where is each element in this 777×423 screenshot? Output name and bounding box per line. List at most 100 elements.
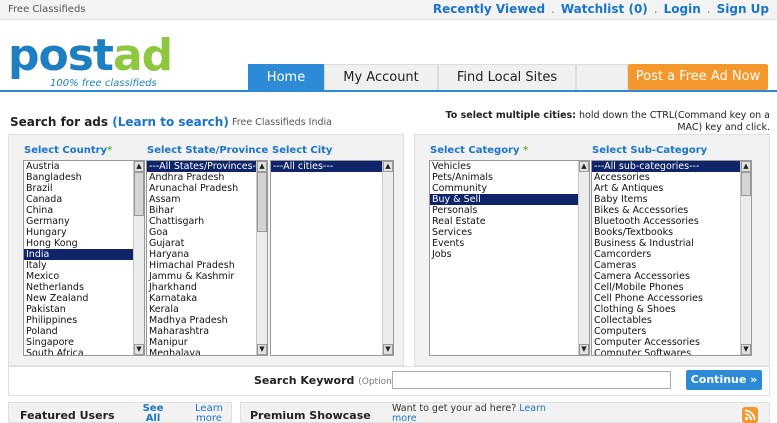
list-option[interactable]: Mexico <box>24 271 144 282</box>
list-option[interactable]: Manipur <box>147 337 267 348</box>
list-option[interactable]: ---All sub-categories--- <box>592 161 751 172</box>
list-option[interactable]: ---All States/Provinces--- <box>147 161 267 172</box>
list-option[interactable]: Computers <box>592 326 751 337</box>
scroll-down-icon[interactable]: ▼ <box>257 344 267 355</box>
list-option[interactable]: Maharashtra <box>147 326 267 337</box>
list-option[interactable]: Chattisgarh <box>147 216 267 227</box>
country-scrollbar[interactable]: ▲ ▼ <box>133 161 144 355</box>
list-option[interactable]: Pets/Animals <box>430 172 589 183</box>
list-option[interactable]: Collectables <box>592 315 751 326</box>
list-option[interactable]: India <box>24 249 144 260</box>
list-option[interactable]: Community <box>430 183 589 194</box>
list-option[interactable]: Services <box>430 227 589 238</box>
list-option[interactable]: Art & Antiques <box>592 183 751 194</box>
country-select[interactable]: Austria Bangladesh Brazil Canada China German… <box>23 160 145 356</box>
tab-home[interactable]: Home <box>248 64 324 90</box>
list-option[interactable]: Vehicles <box>430 161 589 172</box>
list-option[interactable]: Jharkhand <box>147 282 267 293</box>
scroll-down-icon[interactable]: ▼ <box>383 344 393 355</box>
list-option[interactable]: Andhra Pradesh <box>147 172 267 183</box>
scroll-up-icon[interactable]: ▲ <box>741 161 751 172</box>
list-option[interactable]: Events <box>430 238 589 249</box>
learn-to-search-link[interactable]: (Learn to search) <box>112 115 229 129</box>
recently-viewed-link[interactable]: Recently Viewed <box>433 2 545 16</box>
state-select[interactable]: ---All States/Provinces--- Andhra Pradesh… <box>146 160 268 356</box>
scroll-up-icon[interactable]: ▲ <box>134 161 144 172</box>
scroll-thumb[interactable] <box>134 172 144 216</box>
list-option[interactable]: China <box>24 205 144 216</box>
scroll-up-icon[interactable]: ▲ <box>383 161 393 172</box>
post-free-ad-button[interactable]: Post a Free Ad Now <box>628 64 768 90</box>
state-scrollbar[interactable]: ▲ ▼ <box>256 161 267 355</box>
list-option[interactable]: Bikes & Accessories <box>592 205 751 216</box>
list-option[interactable]: Gujarat <box>147 238 267 249</box>
list-option[interactable]: Real Estate <box>430 216 589 227</box>
category-select[interactable]: Vehicles Pets/Animals Community Buy & Sell P… <box>429 160 590 356</box>
list-option[interactable]: Cameras <box>592 260 751 271</box>
scroll-up-icon[interactable]: ▲ <box>257 161 267 172</box>
list-option[interactable]: Poland <box>24 326 144 337</box>
list-option[interactable]: Baby Items <box>592 194 751 205</box>
list-option[interactable]: Personals <box>430 205 589 216</box>
list-option[interactable]: Singapore <box>24 337 144 348</box>
list-option[interactable]: Business & Industrial <box>592 238 751 249</box>
scroll-down-icon[interactable]: ▼ <box>134 344 144 355</box>
list-option[interactable]: Karnataka <box>147 293 267 304</box>
list-option[interactable]: Meghalaya <box>147 348 267 355</box>
list-option[interactable]: Hong Kong <box>24 238 144 249</box>
list-option[interactable]: South Africa <box>24 348 144 355</box>
continue-button[interactable]: Continue » <box>686 370 762 390</box>
list-option[interactable]: Accessories <box>592 172 751 183</box>
list-option[interactable]: Goa <box>147 227 267 238</box>
list-option[interactable]: Bluetooth Accessories <box>592 216 751 227</box>
list-option[interactable]: Pakistan <box>24 304 144 315</box>
list-option[interactable]: Jammu & Kashmir <box>147 271 267 282</box>
category-scrollbar[interactable]: ▲ ▼ <box>578 161 589 355</box>
signup-link[interactable]: Sign Up <box>717 2 769 16</box>
see-all-link[interactable]: See All <box>142 404 164 423</box>
list-option[interactable]: Camcorders <box>592 249 751 260</box>
list-option[interactable]: Italy <box>24 260 144 271</box>
list-option[interactable]: Jobs <box>430 249 589 260</box>
login-link[interactable]: Login <box>664 2 701 16</box>
list-option[interactable]: Buy & Sell <box>430 194 589 205</box>
list-option[interactable]: Camera Accessories <box>592 271 751 282</box>
city-select[interactable]: ---All cities--- ▲ ▼ <box>270 160 394 356</box>
list-option[interactable]: Clothing & Shoes <box>592 304 751 315</box>
scroll-down-icon[interactable]: ▼ <box>741 344 751 355</box>
list-option[interactable]: Himachal Pradesh <box>147 260 267 271</box>
tab-find-local-sites[interactable]: Find Local Sites <box>438 64 576 90</box>
list-option[interactable]: Assam <box>147 194 267 205</box>
subcategory-select[interactable]: ---All sub-categories--- Accessories Art &… <box>591 160 752 356</box>
list-option[interactable]: Computer Accessories <box>592 337 751 348</box>
list-option[interactable]: Hungary <box>24 227 144 238</box>
rss-icon[interactable] <box>742 407 758 423</box>
site-logo[interactable]: postad 100% free classifieds <box>8 34 188 90</box>
list-option[interactable]: ---All cities--- <box>271 161 393 172</box>
list-option[interactable]: Arunachal Pradesh <box>147 183 267 194</box>
tab-my-account[interactable]: My Account <box>324 64 438 90</box>
list-option[interactable]: Germany <box>24 216 144 227</box>
list-option[interactable]: Haryana <box>147 249 267 260</box>
scroll-down-icon[interactable]: ▼ <box>579 344 589 355</box>
subcategory-scrollbar[interactable]: ▲ ▼ <box>740 161 751 355</box>
scroll-thumb[interactable] <box>257 172 267 232</box>
city-scrollbar[interactable]: ▲ ▼ <box>382 161 393 355</box>
list-option[interactable]: Madhya Pradesh <box>147 315 267 326</box>
list-option[interactable]: Books/Textbooks <box>592 227 751 238</box>
list-option[interactable]: Kerala <box>147 304 267 315</box>
list-option[interactable]: Bangladesh <box>24 172 144 183</box>
list-option[interactable]: Bihar <box>147 205 267 216</box>
list-option[interactable]: Canada <box>24 194 144 205</box>
list-option[interactable]: Cell Phone Accessories <box>592 293 751 304</box>
list-option[interactable]: Philippines <box>24 315 144 326</box>
list-option[interactable]: Austria <box>24 161 144 172</box>
featured-learn-more-link[interactable]: Learn more <box>194 404 224 423</box>
scroll-thumb[interactable] <box>741 172 751 196</box>
list-option[interactable]: Brazil <box>24 183 144 194</box>
keyword-input[interactable] <box>392 371 671 389</box>
list-option[interactable]: Computer Softwares <box>592 348 751 355</box>
list-option[interactable]: Cell/Mobile Phones <box>592 282 751 293</box>
scroll-up-icon[interactable]: ▲ <box>579 161 589 172</box>
list-option[interactable]: New Zealand <box>24 293 144 304</box>
